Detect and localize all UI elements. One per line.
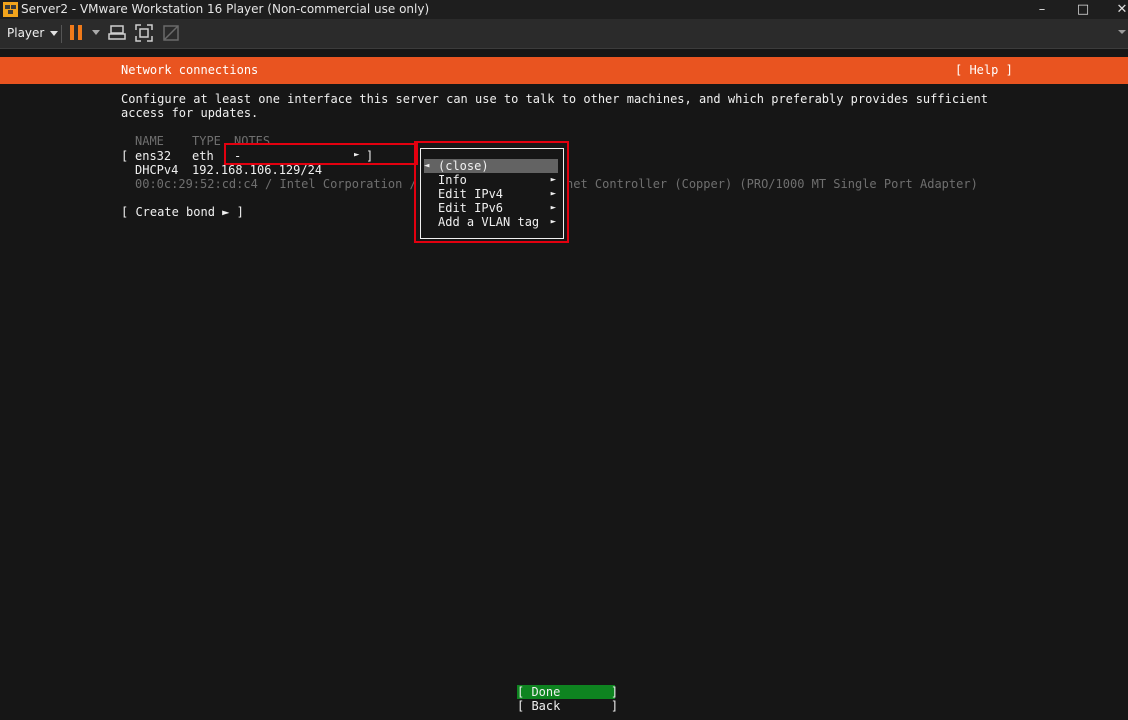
hardware-info-left: 00:0c:29:52:cd:c4 / Intel Corporation / [135, 177, 417, 191]
column-header-name: NAME [135, 134, 164, 148]
done-button[interactable]: [ Done ] [517, 685, 618, 699]
hardware-info-right: net Controller (Copper) (PRO/1000 MT Sin… [566, 177, 978, 191]
interface-type: eth [192, 149, 214, 163]
back-button[interactable]: [ Back ] [517, 699, 618, 713]
dhcp-label: DHCPv4 [135, 163, 179, 177]
player-menu-button[interactable]: Player [7, 26, 59, 40]
column-header-type: TYPE [192, 134, 221, 148]
player-menu-label: Player [7, 26, 45, 40]
pause-icon[interactable] [70, 25, 83, 40]
interface-name: ens32 [135, 149, 172, 163]
toolbar-divider [61, 25, 62, 43]
toolbar-overflow-icon[interactable] [1118, 30, 1126, 34]
vmware-app-icon [3, 2, 18, 17]
help-button[interactable]: [ Help ] [955, 63, 1013, 77]
maximize-button[interactable]: □ [1061, 0, 1105, 19]
close-button[interactable]: ✕ [1100, 0, 1128, 19]
player-toolbar: Player [0, 19, 1128, 49]
screen-header: Network connections [ Help ] [0, 57, 1128, 84]
minimize-button[interactable]: – [1020, 0, 1064, 19]
bracket-open: [ [121, 149, 129, 163]
create-bond-button[interactable]: [ Create bond ► ] [121, 205, 244, 219]
description-line-1: Configure at least one interface this se… [121, 92, 988, 106]
ip-address: 192.168.106.129/24 [192, 163, 323, 177]
interface-action-highlight [224, 143, 418, 165]
description-line-2: access for updates. [121, 106, 259, 120]
menu-highlight [414, 141, 569, 243]
pause-dropdown-icon[interactable] [92, 30, 100, 35]
full-screen-icon[interactable] [135, 24, 153, 42]
unity-mode-icon [163, 25, 179, 41]
chevron-down-icon [50, 31, 59, 36]
page-title: Network connections [121, 63, 259, 77]
window-title: Server2 - VMware Workstation 16 Player (… [21, 2, 430, 16]
title-bar: Server2 - VMware Workstation 16 Player (… [0, 0, 1128, 19]
send-ctrl-alt-del-icon[interactable] [108, 24, 126, 42]
